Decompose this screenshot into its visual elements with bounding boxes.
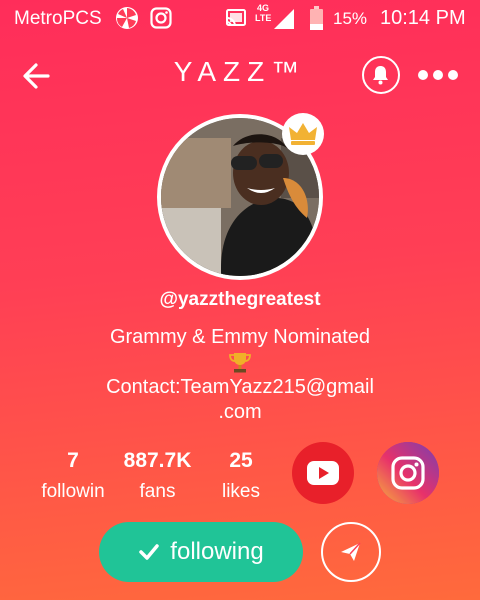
fans-count-stat[interactable]: 887.7K fans [110,449,205,503]
battery-icon [310,6,323,30]
youtube-icon [307,461,339,485]
paper-plane-icon [341,542,361,561]
following-button-label: following [170,538,264,565]
youtube-button[interactable] [292,442,354,504]
network-type-lte: LTE [255,13,272,23]
checkmark-icon [139,544,160,560]
network-type: 4G LTE [255,3,271,23]
back-arrow-icon[interactable] [18,58,56,94]
instagram-notification-icon [150,7,172,29]
following-label: followin [41,481,105,502]
likes-count-stat[interactable]: 25 likes [206,449,276,503]
bio-contact-continued: .com [218,401,262,423]
bio-contact: Contact:TeamYazz215@gmail [106,376,374,398]
carrier-logo-icon [116,7,138,29]
status-bar: MetroPCS 4G LTE 15% 10:14 PM [0,0,480,38]
bio-line-1: Grammy & Emmy Nominated [109,326,371,348]
fans-label: fans [139,481,176,502]
send-message-button[interactable] [321,522,381,582]
bell-icon [373,66,388,85]
instagram-icon [377,442,439,504]
network-type-4g: 4G [256,3,269,13]
notification-bell-button[interactable] [362,56,400,94]
cast-icon [226,9,246,27]
username: @yazzthegreatest [159,289,321,310]
following-button[interactable]: following [99,522,303,582]
battery-percent: 15% [333,9,368,28]
trophy-icon [229,353,251,373]
clock: 10:14 PM [380,7,466,29]
fans-count: 887.7K [123,449,192,472]
likes-count: 25 [229,449,253,472]
signal-icon [274,9,294,29]
more-options-icon[interactable] [416,64,460,86]
carrier-name: MetroPCS [14,8,102,29]
following-count: 7 [67,449,79,472]
page-title: YAZZ™ [173,56,307,87]
likes-label: likes [221,481,260,502]
crown-badge [282,113,324,155]
instagram-button[interactable] [377,442,439,504]
following-count-stat[interactable]: 7 followin [28,449,118,503]
crown-icon [289,123,317,145]
